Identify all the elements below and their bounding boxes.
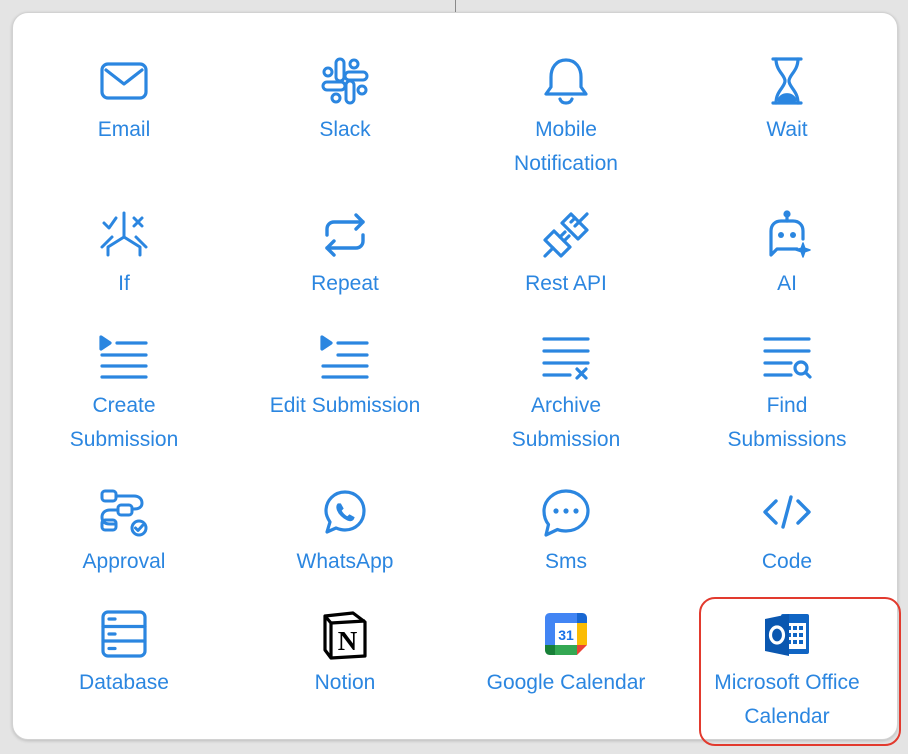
flow-connector-line (455, 0, 456, 12)
action-label: Repeat (311, 272, 379, 295)
action-ai[interactable]: AI (687, 209, 887, 301)
action-slack[interactable]: Slack (245, 55, 445, 147)
action-mobile-notification[interactable]: Mobile Notification (466, 55, 666, 181)
action-if[interactable]: If (24, 209, 224, 301)
action-find-submissions[interactable]: Find Submissions (687, 331, 887, 457)
archive-list-icon (540, 331, 592, 383)
action-approval[interactable]: Approval (24, 487, 224, 579)
bell-icon (540, 55, 592, 107)
action-label: If (118, 272, 130, 295)
action-rest-api[interactable]: Rest API (466, 209, 666, 301)
action-label: Find Submissions (727, 394, 847, 451)
approval-flow-icon (98, 487, 150, 539)
action-edit-submission[interactable]: Edit Submission (245, 331, 445, 423)
ai-bot-icon (761, 209, 813, 261)
action-label: Email (97, 118, 151, 141)
action-label: Notion (314, 671, 376, 694)
action-picker-panel: Email Slack Mobile Notification Wait If … (12, 12, 901, 746)
action-archive-submission[interactable]: Archive Submission (466, 331, 666, 457)
repeat-icon (319, 209, 371, 261)
action-create-submission[interactable]: Create Submission (24, 331, 224, 457)
whatsapp-icon (319, 487, 371, 539)
action-sms[interactable]: Sms (466, 487, 666, 579)
find-list-icon (761, 331, 813, 383)
sms-bubble-icon (540, 487, 592, 539)
action-label: Approval (82, 550, 166, 573)
hourglass-icon (761, 55, 813, 107)
database-icon (98, 608, 150, 660)
action-label: Slack (319, 118, 371, 141)
action-label: Database (79, 671, 169, 694)
google-calendar-icon: 31 (540, 608, 592, 660)
email-icon (98, 55, 150, 107)
action-label: Create Submission (69, 394, 179, 451)
action-wait[interactable]: Wait (687, 55, 887, 147)
action-label: Mobile Notification (514, 118, 618, 175)
create-list-icon (98, 331, 150, 383)
action-label: Sms (545, 550, 587, 573)
action-label: Wait (766, 118, 808, 141)
action-code[interactable]: Code (687, 487, 887, 579)
edit-list-icon (319, 331, 371, 383)
action-repeat[interactable]: Repeat (245, 209, 445, 301)
action-database[interactable]: Database (24, 608, 224, 700)
slack-icon (319, 55, 371, 107)
action-label: Code (761, 550, 813, 573)
action-whatsapp[interactable]: WhatsApp (245, 487, 445, 579)
code-icon (761, 487, 813, 539)
action-label: Google Calendar (486, 671, 646, 694)
calendar-day-number: 31 (558, 627, 574, 643)
action-email[interactable]: Email (24, 55, 224, 147)
plug-icon (540, 209, 592, 261)
action-label: WhatsApp (296, 550, 394, 573)
action-label: Rest API (525, 272, 607, 295)
action-label: Edit Submission (269, 394, 421, 417)
action-notion[interactable]: N Notion (245, 608, 445, 700)
notion-icon: N (319, 608, 371, 660)
action-label: AI (777, 272, 797, 295)
selected-item-highlight (699, 597, 901, 746)
action-label: Archive Submission (511, 394, 621, 451)
action-google-calendar[interactable]: 31 Google Calendar (466, 608, 666, 700)
svg-text:N: N (338, 626, 358, 656)
branch-icon (98, 209, 150, 261)
